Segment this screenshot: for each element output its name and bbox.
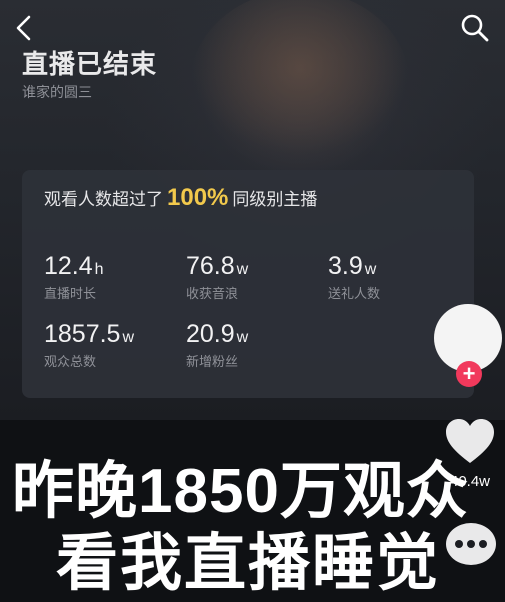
back-button[interactable] <box>6 10 42 46</box>
host-name: 谁家的圆三 <box>22 84 92 100</box>
stat-gift-senders: 3.9 w 送礼人数 <box>328 252 468 302</box>
stat-value: 3.9 <box>328 252 363 280</box>
stat-live-duration: 12.4 h 直播时长 <box>44 252 184 302</box>
caption-line-2: 看我直播睡觉 <box>56 529 441 598</box>
headline-prefix: 观看人数超过了 <box>44 190 163 209</box>
stat-label: 观众总数 <box>44 354 97 369</box>
stat-unit: w <box>122 329 135 346</box>
stat-value: 1857.5 <box>44 320 121 348</box>
headline-suffix: 同级别主播 <box>232 190 318 209</box>
stat-value: 20.9 <box>186 320 235 348</box>
stat-sound-waves: 76.8 w 收获音浪 <box>186 252 326 302</box>
stats-headline: 观看人数超过了 100% 同级别主播 <box>44 184 317 212</box>
stat-label: 直播时长 <box>44 286 97 301</box>
stat-value: 76.8 <box>186 252 235 280</box>
stat-label: 收获音浪 <box>186 286 239 301</box>
follow-button[interactable]: + <box>456 361 482 387</box>
background-portrait <box>190 0 410 180</box>
headline-percent: 100% <box>167 184 229 211</box>
stat-label: 送礼人数 <box>328 286 381 301</box>
search-button[interactable] <box>457 10 493 46</box>
stat-unit: w <box>236 261 249 278</box>
stat-unit: h <box>94 261 104 278</box>
stat-total-viewers: 1857.5 w 观众总数 <box>44 320 184 370</box>
stat-new-followers: 20.9 w 新增粉丝 <box>186 320 326 370</box>
live-stats-card: 观看人数超过了 100% 同级别主播 12.4 h 直播时长 76.8 w 收获音浪… <box>22 170 474 398</box>
search-icon <box>461 14 489 42</box>
stat-label: 新增粉丝 <box>186 354 239 369</box>
stat-value: 12.4 <box>44 252 93 280</box>
stat-unit: w <box>236 329 249 346</box>
chevron-left-icon <box>16 15 31 41</box>
page-title: 直播已结束 <box>22 49 158 79</box>
stat-unit: w <box>364 261 377 278</box>
